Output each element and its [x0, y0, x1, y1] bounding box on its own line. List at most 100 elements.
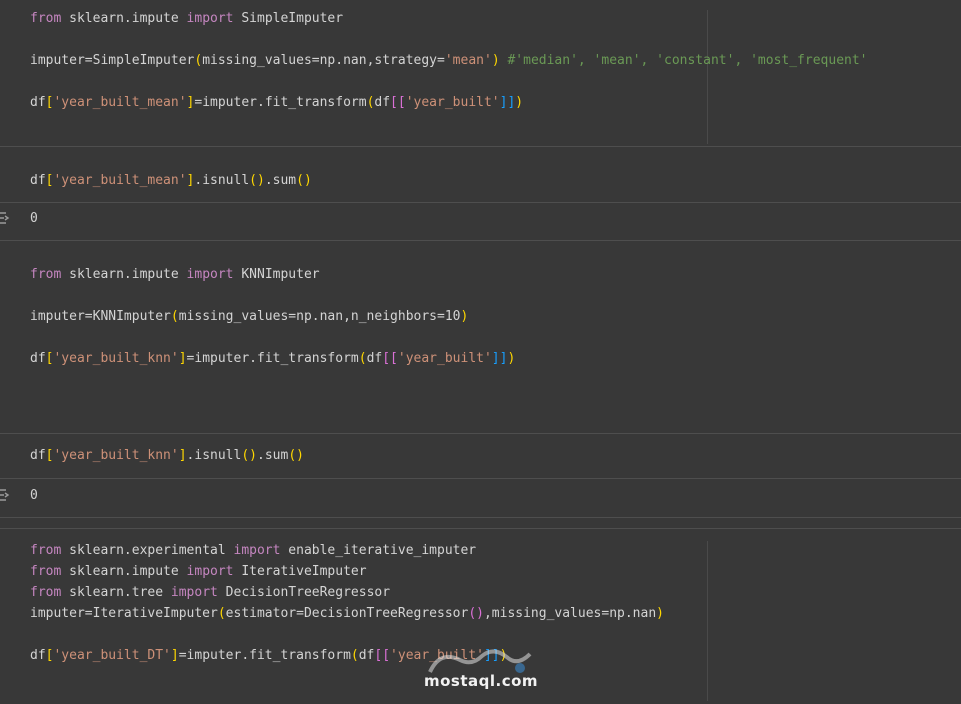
- code-token: import: [186, 11, 234, 26]
- code-token: (): [468, 606, 484, 621]
- code-token: 'year_built_mean': [53, 95, 187, 110]
- code-line[interactable]: imputer=IterativeImputer(estimator=Decis…: [30, 605, 664, 622]
- code-token: ): [515, 95, 524, 110]
- code-line[interactable]: imputer=KNNImputer(missing_values=np.nan…: [30, 308, 468, 325]
- code-token: df: [358, 648, 375, 663]
- code-token: [[: [390, 95, 406, 110]
- code-token: (): [288, 448, 304, 463]
- code-token: df: [30, 448, 46, 463]
- code-token: import: [170, 585, 218, 600]
- code-token: df: [30, 95, 46, 110]
- output-area: 0: [0, 479, 961, 517]
- code-line[interactable]: df['year_built_mean']=imputer.fit_transf…: [30, 94, 523, 111]
- code-token: .sum: [264, 173, 297, 188]
- code-token: ): [491, 53, 500, 68]
- code-line[interactable]: from sklearn.experimental import enable_…: [30, 542, 476, 559]
- code-token: ]]: [491, 351, 508, 366]
- code-token: 'year_built': [405, 95, 500, 110]
- code-cell-knn-isnull[interactable]: df['year_built_knn'].isnull().sum(): [0, 436, 961, 476]
- code-token: KNNImputer: [233, 267, 320, 282]
- code-token: from: [30, 11, 62, 26]
- code-token: sklearn.impute: [61, 564, 187, 579]
- code-token: 'year_built_knn': [53, 351, 179, 366]
- code-line[interactable]: df['year_built_mean'].isnull().sum(): [30, 172, 312, 189]
- code-token: 'year_built': [397, 351, 492, 366]
- watermark-text: mostaql.com: [424, 672, 539, 690]
- code-token: df: [374, 95, 391, 110]
- code-token: (): [296, 173, 312, 188]
- code-token: df: [366, 351, 383, 366]
- line-length-ruler: [707, 10, 708, 144]
- code-token: [[: [382, 351, 398, 366]
- code-token: ]]: [499, 95, 516, 110]
- code-token: imputer=SimpleImputer: [30, 53, 195, 68]
- code-token: =imputer.fit_transform: [186, 351, 359, 366]
- code-line[interactable]: from sklearn.impute import IterativeImpu…: [30, 563, 367, 580]
- cell-divider: [0, 240, 961, 241]
- code-token: (: [358, 351, 367, 366]
- output-toggle-icon[interactable]: [0, 488, 10, 502]
- code-token: import: [186, 267, 234, 282]
- code-token: df: [30, 351, 46, 366]
- line-length-ruler: [707, 541, 708, 701]
- code-token: ]: [170, 648, 179, 663]
- output-toggle-icon[interactable]: [0, 211, 10, 225]
- code-token: import: [186, 564, 234, 579]
- code-token: ,missing_values=np.nan: [483, 606, 657, 621]
- code-token: 'year_built_knn': [53, 448, 179, 463]
- code-token: ]: [178, 448, 187, 463]
- code-cell-knn-imputer[interactable]: from sklearn.impute import KNNImputer im…: [0, 255, 961, 433]
- code-token: (: [350, 648, 359, 663]
- code-token: ): [507, 351, 516, 366]
- code-token: df: [30, 173, 46, 188]
- output-value: 0: [30, 211, 38, 226]
- code-token: #'median', 'mean', 'constant', 'most_fre…: [507, 53, 868, 68]
- code-line[interactable]: from sklearn.impute import SimpleImputer: [30, 10, 343, 27]
- code-cell-simple-imputer[interactable]: from sklearn.impute import SimpleImputer…: [0, 0, 961, 146]
- code-token: from: [30, 564, 62, 579]
- code-token: (: [170, 309, 179, 324]
- code-line[interactable]: from sklearn.impute import KNNImputer: [30, 266, 320, 283]
- code-token: missing_values=np.nan,strategy=: [202, 53, 445, 68]
- code-token: =imputer.fit_transform: [194, 95, 367, 110]
- code-token: =imputer.fit_transform: [178, 648, 351, 663]
- cell-divider: [0, 433, 961, 434]
- code-token: 'mean': [444, 53, 492, 68]
- code-token: imputer=IterativeImputer: [30, 606, 218, 621]
- code-token: from: [30, 543, 62, 558]
- code-token: from: [30, 585, 62, 600]
- code-line[interactable]: imputer=SimpleImputer(missing_values=np.…: [30, 52, 868, 69]
- code-token: sklearn.impute: [61, 11, 187, 26]
- code-token: (): [241, 448, 257, 463]
- code-token: sklearn.experimental: [61, 543, 234, 558]
- code-token: missing_values=np.nan,n_neighbors=10: [178, 309, 461, 324]
- code-token: [[: [374, 648, 391, 663]
- code-token: from: [30, 267, 62, 282]
- cell-divider: [0, 146, 961, 147]
- code-token: (): [249, 173, 265, 188]
- code-token: 'year_built_DT': [53, 648, 171, 663]
- cell-divider: [0, 517, 961, 518]
- output-area: 0: [0, 203, 961, 239]
- output-value: 0: [30, 488, 38, 503]
- code-token: df: [30, 648, 46, 663]
- code-token: IterativeImputer: [233, 564, 367, 579]
- code-token: DecisionTreeRegressor: [217, 585, 391, 600]
- code-token: 'year_built_mean': [53, 173, 187, 188]
- code-token: enable_iterative_imputer: [280, 543, 477, 558]
- code-token: ): [656, 606, 664, 621]
- code-token: imputer=KNNImputer: [30, 309, 171, 324]
- code-token: .isnull: [194, 173, 250, 188]
- code-token: .sum: [257, 448, 289, 463]
- code-token: sklearn.tree: [61, 585, 171, 600]
- code-line[interactable]: df['year_built_knn']=imputer.fit_transfo…: [30, 350, 515, 367]
- code-line[interactable]: df['year_built_knn'].isnull().sum(): [30, 447, 304, 464]
- code-token: estimator=DecisionTreeRegressor: [225, 606, 469, 621]
- code-token: ): [460, 309, 469, 324]
- code-token: ]: [178, 351, 187, 366]
- code-token: .isnull: [186, 448, 242, 463]
- code-line[interactable]: from sklearn.tree import DecisionTreeReg…: [30, 584, 390, 601]
- code-cell-mean-isnull[interactable]: df['year_built_mean'].isnull().sum(): [0, 160, 961, 200]
- code-token: sklearn.impute: [61, 267, 187, 282]
- code-token: import: [233, 543, 281, 558]
